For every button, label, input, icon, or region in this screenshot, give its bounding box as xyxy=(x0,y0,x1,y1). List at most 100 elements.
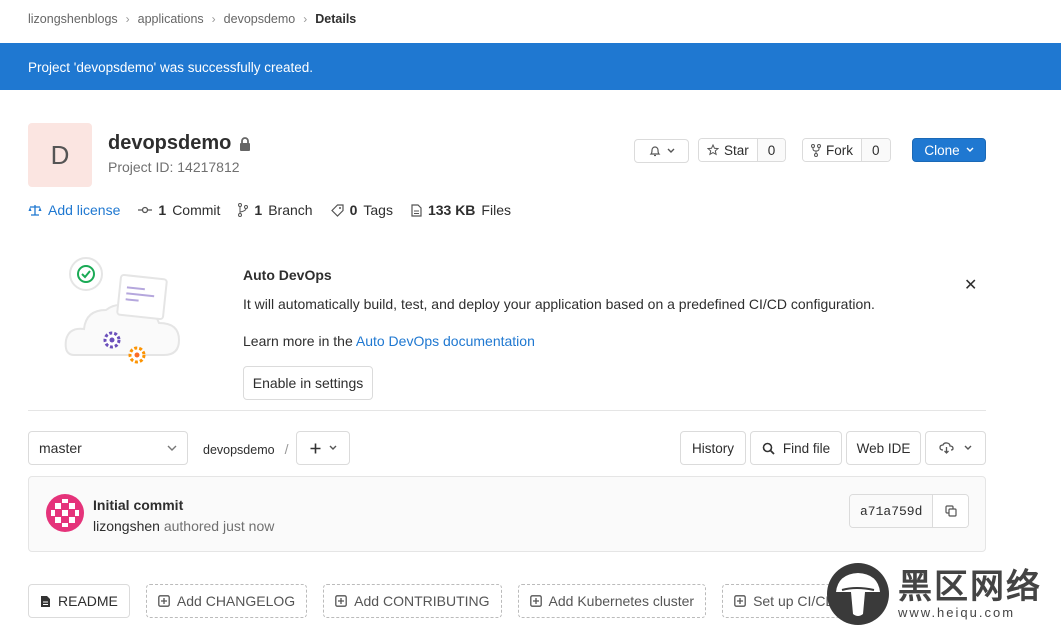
mushroom-logo-icon xyxy=(827,563,889,625)
add-license-link[interactable]: Add license xyxy=(28,202,120,218)
download-dropdown[interactable] xyxy=(925,431,986,465)
project-title: devopsdemo xyxy=(108,132,251,155)
lock-icon xyxy=(240,136,251,151)
commit-count: 1 xyxy=(158,202,167,218)
watermark-text: 黑区网络 www.heiqu.com xyxy=(898,569,1042,620)
plus-icon xyxy=(310,443,320,453)
breadcrumb-item-group[interactable]: lizongshenblogs xyxy=(28,12,118,26)
search-icon xyxy=(762,442,775,455)
fork-label: Fork xyxy=(826,142,853,158)
add-contributing-label: Add CONTRIBUTING xyxy=(354,593,490,609)
project-avatar: D xyxy=(28,123,92,187)
find-file-button[interactable]: Find file xyxy=(750,431,842,465)
tag-label: Tags xyxy=(363,202,393,218)
find-file-label: Find file xyxy=(782,440,831,456)
commit-meta: lizongshen authored just now xyxy=(93,518,274,534)
repository-path-root[interactable]: devopsdemo xyxy=(203,443,275,457)
project-quick-actions: README Add CHANGELOG Add CONTRIBUTING Ad… xyxy=(28,584,848,618)
copy-sha-button[interactable] xyxy=(932,495,969,527)
star-count[interactable]: 0 xyxy=(756,139,786,161)
breadcrumb-item-project[interactable]: devopsdemo xyxy=(224,12,296,26)
fork-count[interactable]: 0 xyxy=(861,139,890,161)
auto-devops-docs-link[interactable]: Auto DevOps documentation xyxy=(356,333,535,349)
flash-notice: Project 'devopsdemo' was successfully cr… xyxy=(0,43,1061,90)
flash-message: Project 'devopsdemo' was successfully cr… xyxy=(28,60,314,75)
fork-icon xyxy=(811,143,821,157)
breadcrumb-current: Details xyxy=(315,12,357,26)
tag-count: 0 xyxy=(349,202,358,218)
path-separator: / xyxy=(284,441,289,457)
commit-title[interactable]: Initial commit xyxy=(93,497,183,513)
add-to-tree-dropdown[interactable] xyxy=(296,431,350,465)
branch-label: Branch xyxy=(268,202,313,218)
files-label: Files xyxy=(481,202,511,218)
branch-select[interactable]: master xyxy=(28,431,188,465)
chevron-right-icon: › xyxy=(125,12,130,26)
setup-cicd-label: Set up CI/CD xyxy=(753,593,836,609)
tag-icon xyxy=(330,203,344,217)
auto-devops-title: Auto DevOps xyxy=(243,267,332,283)
scale-icon xyxy=(28,205,42,216)
chevron-right-icon: › xyxy=(303,12,308,26)
branch-select-value: master xyxy=(39,440,82,456)
add-kubernetes-cluster-button[interactable]: Add Kubernetes cluster xyxy=(517,584,707,618)
project-stats: Add license 1 Commit 1 Branch 0 Tags 133… xyxy=(28,202,511,218)
commit-time: authored just now xyxy=(163,518,275,534)
star-button-group: Star 0 xyxy=(698,138,787,162)
avatar[interactable] xyxy=(46,494,84,532)
project-name: devopsdemo xyxy=(108,132,232,154)
web-ide-button[interactable]: Web IDE xyxy=(846,431,921,465)
repository-path: devopsdemo / xyxy=(203,441,288,457)
file-text-icon xyxy=(41,595,50,607)
star-icon xyxy=(707,144,719,156)
close-icon[interactable]: ✕ xyxy=(964,275,977,295)
plus-square-icon xyxy=(158,595,170,607)
watermark-url: www.heiqu.com xyxy=(898,604,1016,620)
plus-square-icon xyxy=(529,595,542,607)
add-changelog-button[interactable]: Add CHANGELOG xyxy=(145,584,308,618)
notification-dropdown[interactable] xyxy=(634,139,689,163)
plus-square-icon xyxy=(734,595,746,607)
chevron-down-icon xyxy=(167,445,177,451)
watermark-title: 黑区网络 xyxy=(898,566,1042,607)
files-stat[interactable]: 133 KB Files xyxy=(411,202,511,218)
fork-button-group: Fork 0 xyxy=(802,138,891,162)
commit-icon xyxy=(138,206,153,214)
branch-icon xyxy=(238,203,249,217)
commit-sha-group: a71a759d xyxy=(849,494,970,528)
enable-in-settings-button[interactable]: Enable in settings xyxy=(243,366,373,400)
chevron-right-icon: › xyxy=(211,12,216,26)
auto-devops-illustration xyxy=(64,257,181,364)
commit-sha[interactable]: a71a759d xyxy=(850,495,933,527)
clone-dropdown[interactable]: Clone xyxy=(912,138,986,162)
readme-label: README xyxy=(58,593,118,609)
file-icon xyxy=(411,203,422,217)
history-button[interactable]: History xyxy=(680,431,746,465)
fork-button[interactable]: Fork xyxy=(803,139,861,161)
breadcrumb: lizongshenblogs › applications › devopsd… xyxy=(28,12,356,26)
star-button[interactable]: Star xyxy=(699,139,757,161)
watermark: 黑区网络 www.heiqu.com xyxy=(826,562,1042,626)
auto-devops-learn-more: Learn more in the Auto DevOps documentat… xyxy=(243,333,535,349)
project-id: Project ID: 14217812 xyxy=(108,159,240,175)
last-commit: Initial commit lizongshen authored just … xyxy=(28,476,986,552)
clone-label: Clone xyxy=(924,142,960,158)
tags-stat[interactable]: 0 Tags xyxy=(330,202,393,218)
add-license-label: Add license xyxy=(48,202,121,218)
chevron-down-icon xyxy=(964,445,972,450)
chevron-down-icon xyxy=(329,445,336,450)
breadcrumb-item-subgroup[interactable]: applications xyxy=(138,12,204,26)
add-contributing-button[interactable]: Add CONTRIBUTING xyxy=(323,584,502,618)
commits-stat[interactable]: 1 Commit xyxy=(138,202,220,218)
readme-button[interactable]: README xyxy=(28,584,130,618)
auto-devops-description: It will automatically build, test, and d… xyxy=(243,296,875,312)
star-label: Star xyxy=(724,142,749,158)
commit-author[interactable]: lizongshen xyxy=(93,518,160,534)
add-kubernetes-label: Add Kubernetes cluster xyxy=(548,593,695,609)
bell-icon xyxy=(649,146,660,157)
learn-more-prefix: Learn more in the xyxy=(243,333,356,349)
commit-label: Commit xyxy=(172,202,221,218)
branches-stat[interactable]: 1 Branch xyxy=(238,202,313,218)
files-size: 133 KB xyxy=(427,202,476,218)
branch-count: 1 xyxy=(254,202,263,218)
